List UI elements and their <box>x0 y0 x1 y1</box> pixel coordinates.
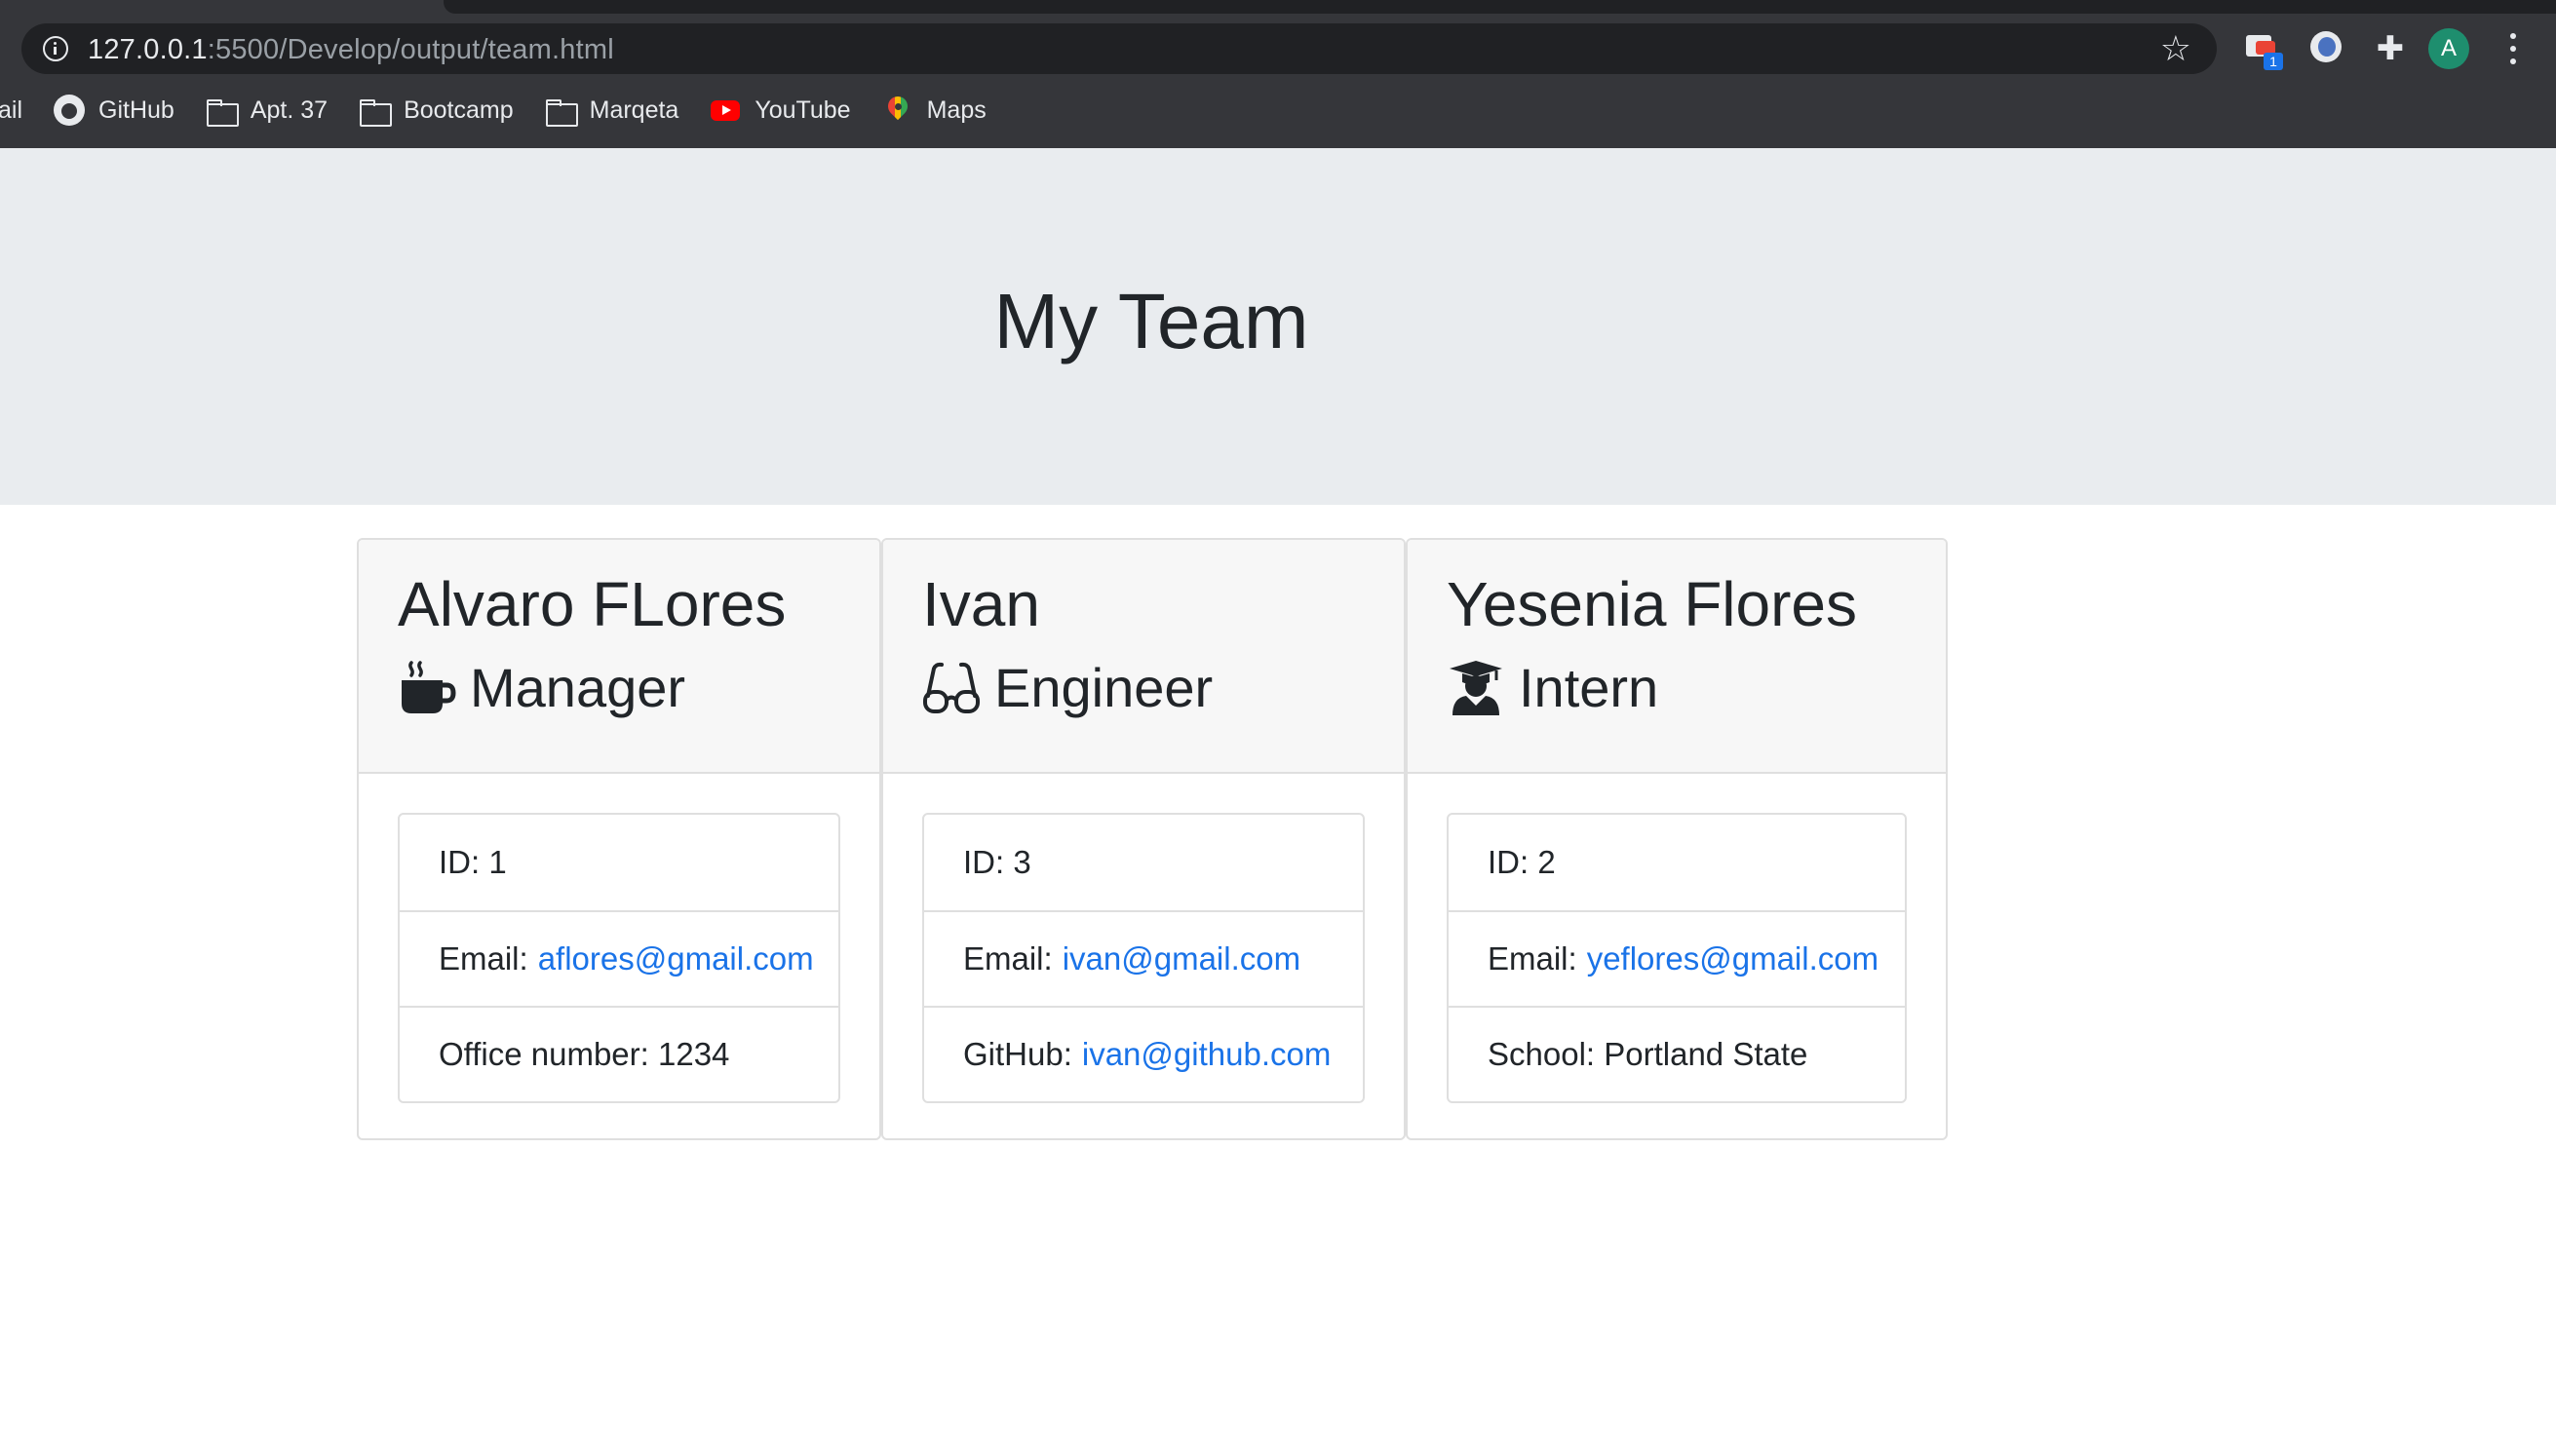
url-text[interactable]: 127.0.0.1:5500/Develop/output/team.html <box>88 34 614 66</box>
card-header: Alvaro FLores Manager <box>359 540 879 774</box>
bookmark-label: Bootcamp <box>404 96 514 124</box>
email-link[interactable]: yeflores@gmail.com <box>1587 940 1878 977</box>
email-label: Email: <box>963 940 1053 977</box>
github-label: GitHub: <box>963 1036 1072 1072</box>
bookmark-label: YouTube <box>755 96 851 124</box>
email-label: Email: <box>1488 940 1577 977</box>
employee-card-engineer: Ivan Engineer ID: 3 Email: ivan@gmail.co… <box>881 538 1406 1140</box>
bookmark-truncated[interactable]: ail <box>0 96 22 125</box>
bookmarks-bar: ail GitHub Apt. 37 Bootcamp Marqeta YouT… <box>0 90 1018 131</box>
role-label: Engineer <box>994 657 1214 718</box>
employee-role: Intern <box>1447 655 1946 721</box>
graduate-icon <box>1450 661 1502 715</box>
details-list: ID: 2 Email: yeflores@gmail.com School: … <box>1447 813 1907 1103</box>
card-header: Yesenia Flores Intern <box>1408 540 1946 774</box>
bookmark-github[interactable]: GitHub <box>54 95 174 126</box>
translate-extension-icon[interactable]: 1 <box>2242 27 2285 70</box>
id-item: ID: 2 <box>1488 844 1556 880</box>
glasses-icon <box>923 662 980 713</box>
details-list: ID: 1 Email: aflores@gmail.com Office nu… <box>398 813 840 1103</box>
email-item: Email: ivan@gmail.com <box>924 910 1363 1006</box>
maps-icon <box>882 95 913 126</box>
bookmark-youtube[interactable]: YouTube <box>710 95 851 126</box>
header-jumbotron: My Team <box>0 148 2556 505</box>
email-link[interactable]: ivan@gmail.com <box>1063 940 1300 977</box>
details-list: ID: 3 Email: ivan@gmail.com GitHub: ivan… <box>922 813 1365 1103</box>
bookmark-marqeta[interactable]: Marqeta <box>545 95 679 127</box>
bookmark-label: Marqeta <box>589 96 679 124</box>
menu-dot <box>2510 58 2516 64</box>
github-icon <box>54 95 86 126</box>
employee-role: Engineer <box>922 655 1404 721</box>
profile-avatar[interactable]: A <box>2428 28 2469 69</box>
bookmark-maps[interactable]: Maps <box>882 95 987 126</box>
folder-icon <box>359 95 393 127</box>
card-body: ID: 1 Email: aflores@gmail.com Office nu… <box>359 774 879 1103</box>
email-link[interactable]: aflores@gmail.com <box>538 940 814 977</box>
id-item: ID: 3 <box>963 844 1031 880</box>
bookmark-bootcamp[interactable]: Bootcamp <box>359 95 514 127</box>
circle-extension-icon[interactable] <box>2306 27 2349 70</box>
bookmark-star-icon[interactable]: ☆ <box>2160 31 2191 66</box>
coffee-mug-icon <box>402 661 456 713</box>
employee-name: Yesenia Flores <box>1447 569 1857 639</box>
folder-icon <box>206 95 239 127</box>
menu-dot <box>2510 33 2516 39</box>
id-item: ID: 1 <box>439 844 507 880</box>
bookmark-apt-37[interactable]: Apt. 37 <box>206 95 329 127</box>
employee-card-manager: Alvaro FLores Manager ID: 1 Email: aflor… <box>357 538 881 1140</box>
card-body: ID: 3 Email: ivan@gmail.com GitHub: ivan… <box>883 774 1404 1103</box>
employee-role: Manager <box>398 655 879 721</box>
extensions-puzzle-icon[interactable]: ✚ <box>2369 27 2412 70</box>
email-label: Email: <box>439 940 528 977</box>
employee-card-intern: Yesenia Flores Intern ID: 2 Email: yeflo… <box>1406 538 1948 1140</box>
site-info-icon[interactable] <box>43 36 68 61</box>
office-number-item: Office number: 1234 <box>400 1006 838 1101</box>
url-host: 127.0.0.1 <box>88 34 208 65</box>
github-link[interactable]: ivan@github.com <box>1082 1036 1331 1073</box>
school-item: School: Portland State <box>1449 1006 1905 1101</box>
browser-toolbar: 127.0.0.1:5500/Develop/output/team.html … <box>0 0 2556 148</box>
role-label: Manager <box>470 657 686 718</box>
employee-name: Ivan <box>922 569 1040 639</box>
bookmark-label: Apt. 37 <box>250 96 329 124</box>
card-body: ID: 2 Email: yeflores@gmail.com School: … <box>1408 774 1946 1103</box>
employee-name: Alvaro FLores <box>398 569 787 639</box>
youtube-icon <box>710 95 741 126</box>
bookmark-label: Maps <box>926 96 987 124</box>
role-label: Intern <box>1519 657 1659 718</box>
url-path: :5500/Develop/output/team.html <box>207 34 614 65</box>
email-item: Email: aflores@gmail.com <box>400 910 838 1006</box>
tab-strip <box>444 0 2556 14</box>
github-item: GitHub: ivan@github.com <box>924 1006 1363 1101</box>
menu-dot <box>2510 46 2516 52</box>
email-item: Email: yeflores@gmail.com <box>1449 910 1905 1006</box>
circle-inner <box>2318 37 2336 57</box>
extension-badge: 1 <box>2264 53 2283 70</box>
page-title: My Team <box>993 278 1309 364</box>
card-header: Ivan Engineer <box>883 540 1404 774</box>
address-bar[interactable]: 127.0.0.1:5500/Develop/output/team.html … <box>21 23 2217 74</box>
browser-menu-icon[interactable] <box>2503 31 2523 66</box>
bookmark-label: GitHub <box>98 96 174 124</box>
folder-icon <box>545 95 578 127</box>
